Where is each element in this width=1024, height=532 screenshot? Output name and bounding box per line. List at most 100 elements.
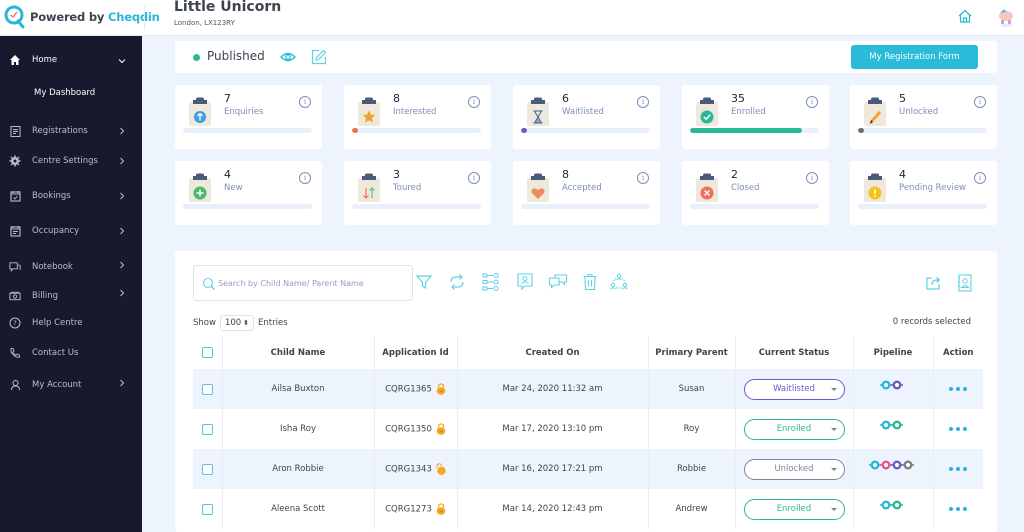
search-box[interactable] — [193, 265, 413, 301]
status-dropdown[interactable]: Unlocked — [743, 458, 845, 480]
stat-count: 7 — [224, 92, 231, 105]
sync-icon[interactable] — [447, 272, 467, 292]
entries-label: Entries — [258, 318, 288, 328]
pipeline-indicator[interactable] — [868, 460, 918, 470]
info-icon[interactable]: i — [468, 172, 480, 184]
lock-icon[interactable] — [436, 503, 446, 515]
table-row[interactable]: Ailsa Buxton CQRG1365 Mar 24, 2020 11:32… — [193, 369, 983, 409]
my-registration-form-button[interactable]: My Registration Form — [851, 45, 978, 69]
stat-card-interested[interactable]: 8 Interested i — [344, 85, 491, 149]
info-icon[interactable]: i — [637, 172, 649, 184]
info-icon[interactable]: i — [974, 172, 986, 184]
more-actions-icon[interactable] — [949, 427, 968, 431]
sidebar-item-label: Registrations — [32, 126, 88, 136]
lock-icon[interactable] — [436, 423, 446, 435]
trash-icon[interactable] — [580, 272, 600, 292]
column-header-created-on[interactable]: Created On — [457, 336, 649, 369]
child-name[interactable]: Isha Roy — [222, 409, 375, 449]
sidebar-subitem-my-dashboard[interactable]: My Dashboard — [34, 88, 95, 98]
column-header-primary-parent[interactable]: Primary Parent — [648, 336, 736, 369]
table-row[interactable]: Aron Robbie CQRG1343 Mar 16, 2020 17:21 … — [193, 449, 983, 489]
info-icon[interactable]: i — [468, 96, 480, 108]
sidebar-item-label: Notebook — [32, 262, 73, 272]
help-icon: ? — [9, 317, 21, 329]
column-header-application-id[interactable]: Application Id — [374, 336, 458, 369]
avatar[interactable] — [995, 5, 1017, 29]
star-icon — [358, 97, 380, 126]
status-dropdown[interactable]: Enrolled — [743, 418, 845, 440]
messages-icon[interactable] — [548, 272, 568, 292]
column-header-current-status[interactable]: Current Status — [735, 336, 854, 369]
more-actions-icon[interactable] — [949, 467, 968, 471]
stat-card-unlocked[interactable]: 5 Unlocked i — [850, 85, 997, 149]
stat-card-new[interactable]: 4 New i — [175, 161, 322, 225]
info-icon[interactable]: i — [806, 96, 818, 108]
export-icon[interactable] — [924, 273, 944, 293]
stat-card-enquiries[interactable]: 7 Enquiries i — [175, 85, 322, 149]
unlock-icon[interactable] — [436, 463, 446, 475]
sidebar-item-my-account[interactable]: My Account — [0, 374, 142, 396]
logo-text: Powered by Cheqdin — [30, 10, 160, 24]
pipeline-indicator[interactable] — [879, 380, 907, 390]
cheqdin-logo-icon — [4, 5, 25, 29]
info-icon[interactable]: i — [637, 96, 649, 108]
row-checkbox[interactable] — [201, 383, 213, 395]
stat-count: 35 — [731, 92, 745, 105]
row-checkbox[interactable] — [201, 463, 213, 475]
contact-book-icon[interactable] — [955, 273, 975, 293]
created-on: Mar 16, 2020 17:21 pm — [457, 449, 649, 489]
search-input[interactable] — [218, 274, 408, 292]
created-on: Mar 24, 2020 11:32 am — [457, 369, 649, 409]
svg-text:?: ? — [13, 320, 17, 328]
stat-label: Waitlisted — [562, 107, 604, 117]
stat-card-enrolled[interactable]: 35 Enrolled i — [682, 85, 829, 149]
info-icon[interactable]: i — [974, 96, 986, 108]
table-row[interactable]: Aleena Scott CQRG1273 Mar 14, 2020 12:43… — [193, 489, 983, 529]
contact-chat-icon[interactable] — [515, 272, 535, 292]
stat-card-closed[interactable]: 2 Closed i — [682, 161, 829, 225]
sidebar-item-notebook[interactable]: Notebook — [0, 256, 142, 278]
stat-card-toured[interactable]: 3 Toured i — [344, 161, 491, 225]
home-icon[interactable] — [957, 8, 973, 24]
row-checkbox[interactable] — [201, 423, 213, 435]
info-icon[interactable]: i — [806, 172, 818, 184]
primary-parent: Susan — [648, 369, 736, 409]
row-checkbox[interactable] — [201, 503, 213, 515]
child-name[interactable]: Ailsa Buxton — [222, 369, 375, 409]
sidebar-item-home[interactable]: Home — [0, 49, 142, 71]
column-header-child-name[interactable]: Child Name — [222, 336, 375, 369]
status-dropdown[interactable]: Enrolled — [743, 498, 845, 520]
sidebar-item-bookings[interactable]: Bookings — [0, 185, 142, 207]
table-row[interactable]: Isha Roy CQRG1350 Mar 17, 2020 13:10 pm … — [193, 409, 983, 449]
sidebar-item-contact-us[interactable]: Contact Us — [0, 342, 142, 364]
entries-select[interactable]: 100 ⬍ — [219, 315, 255, 331]
pipeline-indicator[interactable] — [879, 500, 907, 510]
sidebar-item-help-centre[interactable]: ? Help Centre — [0, 312, 142, 334]
filter-icon[interactable] — [414, 272, 434, 292]
child-name[interactable]: Aleena Scott — [222, 489, 375, 529]
more-actions-icon[interactable] — [949, 507, 968, 511]
group-icon[interactable] — [609, 272, 629, 292]
chevron-right-icon — [120, 379, 125, 387]
sidebar-item-billing[interactable]: Billing — [0, 285, 142, 307]
edit-icon[interactable] — [310, 48, 328, 66]
child-name[interactable]: Aron Robbie — [222, 449, 375, 489]
select-all-checkbox[interactable] — [201, 347, 213, 358]
action-cell — [933, 449, 983, 489]
stat-card-pending-review[interactable]: 4 Pending Review i — [850, 161, 997, 225]
info-icon[interactable]: i — [299, 172, 311, 184]
sidebar-item-registrations[interactable]: Registrations — [0, 120, 142, 142]
sidebar-item-occupancy[interactable]: Occupancy — [0, 220, 142, 242]
sidebar-item-centre-settings[interactable]: Centre Settings — [0, 150, 142, 172]
pipeline-indicator[interactable] — [879, 420, 907, 430]
eye-icon[interactable] — [280, 50, 296, 64]
status-dropdown[interactable]: Waitlisted — [743, 378, 845, 400]
lock-icon[interactable] — [436, 383, 446, 395]
info-icon[interactable]: i — [299, 96, 311, 108]
logo[interactable]: Powered by Cheqdin — [4, 5, 160, 29]
workflow-icon[interactable] — [481, 272, 501, 292]
stat-card-waitlisted[interactable]: 6 Waitlisted i — [513, 85, 660, 149]
more-actions-icon[interactable] — [949, 387, 968, 391]
pipeline-stage — [881, 380, 891, 389]
stat-card-accepted[interactable]: 8 Accepted i — [513, 161, 660, 225]
